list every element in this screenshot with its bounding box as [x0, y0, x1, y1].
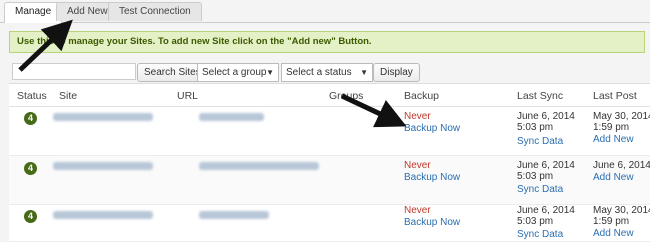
arrow-to-add-new-icon [18, 19, 73, 72]
annotation-arrows [18, 19, 407, 128]
arrow-to-backup-now-icon [340, 93, 407, 128]
